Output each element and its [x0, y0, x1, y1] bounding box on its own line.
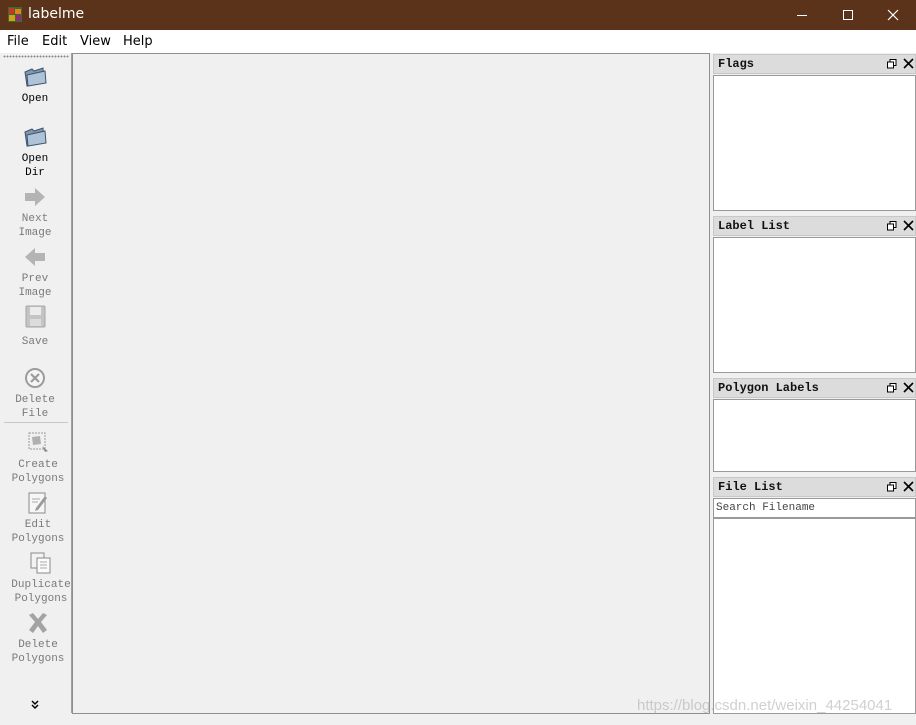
- float-dock-icon[interactable]: [887, 221, 897, 231]
- title-bar: labelme: [0, 0, 916, 30]
- window-title: labelme: [28, 6, 85, 22]
- tool-label: Delete Polygons: [11, 639, 65, 665]
- minimize-icon: [797, 15, 807, 16]
- menu-view[interactable]: View: [80, 34, 111, 49]
- dock-title-text: Label List: [718, 219, 791, 233]
- label-list-dock-title: Label List: [713, 216, 916, 236]
- dock-title-text: Polygon Labels: [718, 381, 819, 395]
- close-dock-icon[interactable]: [903, 481, 914, 492]
- status-bar: [0, 714, 916, 725]
- tool-label: Edit Polygons: [11, 519, 65, 545]
- tool-label: Open: [21, 93, 49, 105]
- tool-label: Duplicate Polygons: [11, 579, 71, 605]
- file-list-dock-title: File List: [713, 477, 916, 497]
- minimize-button[interactable]: [779, 0, 825, 30]
- save-button[interactable]: Save: [0, 305, 70, 349]
- delete-polygon-icon: [29, 613, 47, 633]
- close-icon: [887, 9, 899, 21]
- float-dock-icon[interactable]: [887, 383, 897, 393]
- tool-label: Open Dir: [21, 153, 49, 179]
- open-dir-button[interactable]: Open Dir: [0, 125, 70, 180]
- delete-polygons-button[interactable]: Delete Polygons: [3, 611, 73, 666]
- prev-image-button[interactable]: Prev Image: [0, 245, 70, 300]
- folder-open-dir-icon: [24, 127, 47, 147]
- edit-polygon-icon: [28, 492, 47, 514]
- tool-label: Delete File: [15, 394, 55, 420]
- dock-title-text: File List: [718, 480, 783, 494]
- floppy-disk-icon: [25, 305, 46, 328]
- delete-file-button[interactable]: Delete File: [0, 366, 70, 421]
- maximize-button[interactable]: [825, 0, 871, 30]
- float-dock-icon[interactable]: [887, 482, 897, 492]
- polygon-labels-dock-title: Polygon Labels: [713, 378, 916, 398]
- arrow-right-icon: [25, 188, 45, 206]
- chevron-double-down-icon[interactable]: [29, 700, 41, 710]
- delete-circle-icon: [25, 368, 45, 388]
- image-canvas[interactable]: [72, 53, 710, 714]
- menu-help[interactable]: Help: [123, 34, 153, 49]
- duplicate-polygons-button[interactable]: Duplicate Polygons: [6, 551, 76, 606]
- file-list[interactable]: [713, 518, 916, 714]
- menu-file[interactable]: File: [7, 34, 29, 49]
- open-button[interactable]: Open: [0, 65, 70, 106]
- dock-title-text: Flags: [718, 57, 755, 71]
- watermark-text: https://blog.csdn.net/weixin_44254041: [637, 697, 893, 714]
- create-polygon-icon: [28, 432, 48, 452]
- polygon-labels-list[interactable]: [713, 399, 916, 472]
- toolbar-grip[interactable]: [3, 55, 69, 58]
- menu-bar: File Edit View Help: [0, 30, 916, 53]
- tool-label: Save: [21, 336, 49, 348]
- close-dock-icon[interactable]: [903, 220, 914, 231]
- close-window-button[interactable]: [870, 0, 916, 30]
- tool-label: Create Polygons: [11, 459, 65, 485]
- search-filename-input[interactable]: [713, 498, 916, 518]
- labelme-app-icon: [8, 7, 22, 22]
- edit-polygons-button[interactable]: Edit Polygons: [3, 491, 73, 546]
- close-dock-icon[interactable]: [903, 382, 914, 393]
- arrow-left-icon: [25, 248, 45, 266]
- close-dock-icon[interactable]: [903, 58, 914, 69]
- flags-dock-title: Flags: [713, 54, 916, 74]
- duplicate-polygon-icon: [30, 552, 51, 574]
- menu-edit[interactable]: Edit: [42, 34, 67, 49]
- next-image-button[interactable]: Next Image: [0, 185, 70, 240]
- float-dock-icon[interactable]: [887, 59, 897, 69]
- label-list[interactable]: [713, 237, 916, 373]
- folder-open-icon: [24, 67, 47, 87]
- flags-list[interactable]: [713, 75, 916, 211]
- create-polygons-button[interactable]: Create Polygons: [3, 431, 73, 486]
- tool-label: Next Image: [18, 213, 52, 239]
- tools-toolbar: Open Open Dir Next Image Prev Image Save: [0, 53, 72, 713]
- tool-label: Prev Image: [18, 273, 52, 299]
- maximize-icon: [843, 10, 853, 20]
- toolbar-separator: [4, 422, 68, 423]
